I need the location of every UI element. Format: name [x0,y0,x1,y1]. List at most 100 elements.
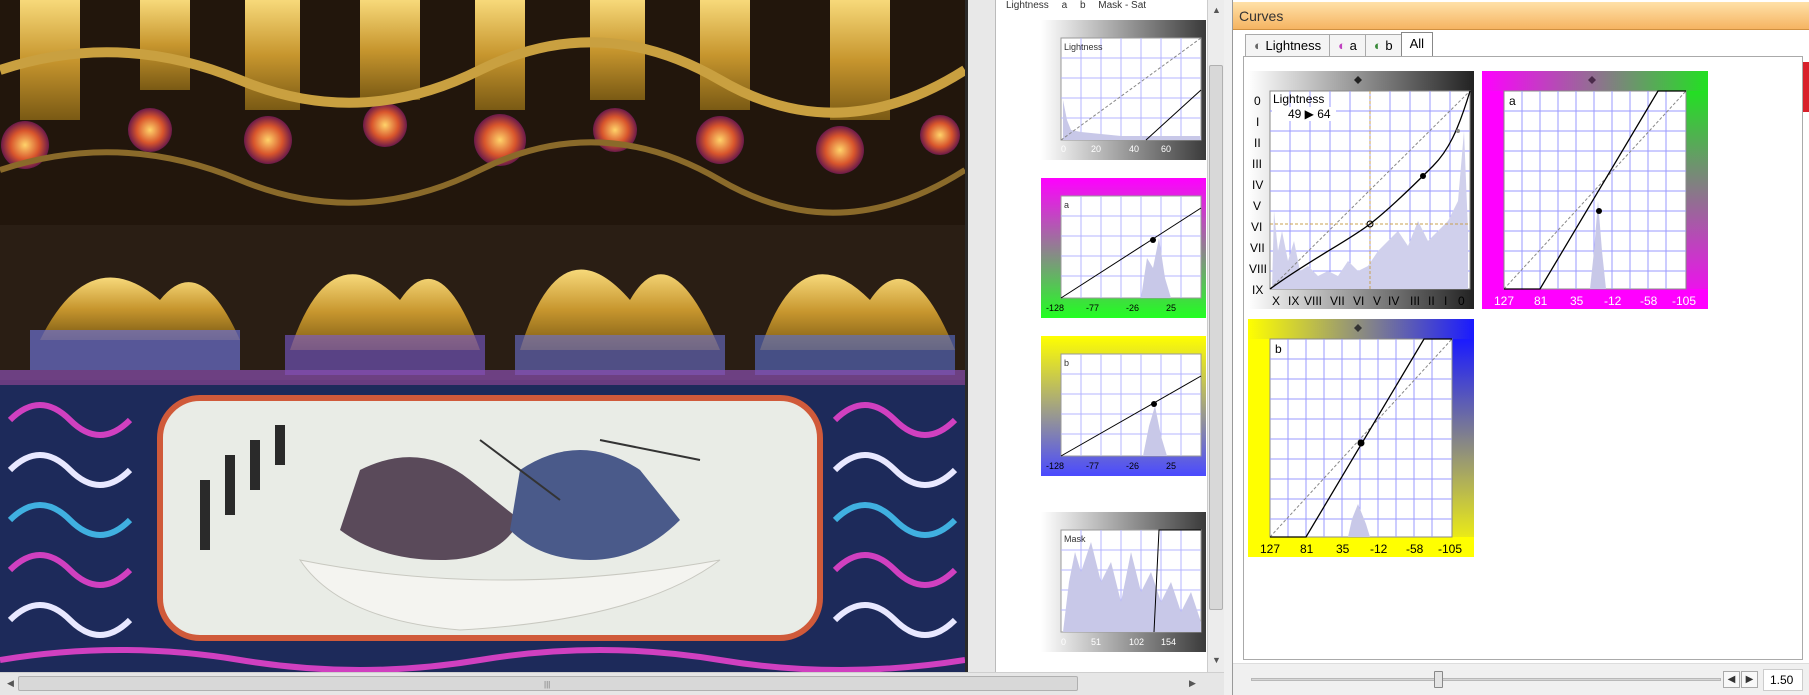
lightness-readout: 49 ▶ 64 [1288,107,1331,121]
svg-text:V: V [1373,294,1381,308]
svg-text:-12: -12 [1370,542,1388,556]
b-curve-label: b [1275,342,1282,356]
half-circle-icon: ◐ [1338,38,1346,53]
a-curve-panel[interactable]: a 127 81 35 -12 -58 -105 [1482,71,1708,309]
half-circle-icon: ◐ [1254,38,1262,53]
curves-title: Curves [1239,8,1284,24]
lightness-curve-panel[interactable]: Lightness 49 ▶ 64 0 I II III IV V VI VII… [1248,71,1474,309]
scroll-down-icon[interactable]: ▼ [1208,652,1225,669]
preview-tab-a[interactable]: a [1062,0,1068,11]
strength-value-field[interactable]: 1.50 [1763,669,1803,691]
svg-text:25: 25 [1166,461,1176,471]
svg-text:40: 40 [1129,144,1139,154]
temple-carving-photo [0,0,965,672]
svg-text:VIII: VIII [1304,294,1322,308]
mini-graph-mask-label: Mask [1064,534,1086,544]
preview-tab-mask[interactable]: Mask - Sat [1098,0,1146,11]
a-curve-label: a [1509,94,1516,108]
side-accent-tab[interactable] [1803,62,1809,112]
svg-text:127: 127 [1494,294,1514,308]
tab-all[interactable]: All [1400,32,1434,56]
svg-text:IV: IV [1252,178,1263,192]
svg-text:102: 102 [1129,637,1144,647]
svg-text:-58: -58 [1406,542,1424,556]
svg-text:IX: IX [1252,283,1263,297]
tab-b[interactable]: ◐ b [1364,34,1402,56]
svg-text:60: 60 [1161,144,1171,154]
tab-a[interactable]: ◐ a [1329,34,1366,56]
svg-text:VI: VI [1251,220,1262,234]
lightness-curve-label: Lightness [1273,92,1324,106]
svg-text:154: 154 [1161,637,1176,647]
increment-icon[interactable]: ▶ [1741,671,1758,688]
mini-graph-lightness[interactable]: Lightness 0 20 40 60 [1041,20,1206,160]
svg-text:127: 127 [1260,542,1280,556]
svg-text:VII: VII [1250,241,1265,255]
vertical-scrollbar[interactable]: ▲ ▼ [1207,0,1224,672]
svg-text:V: V [1253,199,1261,213]
image-canvas[interactable] [0,0,965,672]
mini-graph-a[interactable]: a -128 -77 -26 25 [1041,178,1206,318]
decrement-icon[interactable]: ◀ [1723,671,1740,688]
svg-text:81: 81 [1300,542,1314,556]
svg-text:0: 0 [1061,637,1066,647]
strength-slider-knob[interactable] [1434,671,1443,688]
scroll-left-icon[interactable]: ◀ [2,675,19,692]
panel-gap [1224,0,1232,695]
horizontal-scroll-thumb[interactable]: ||| [18,676,1078,691]
horizontal-scrollbar[interactable]: ◀ ||| ▶ [0,672,1230,695]
svg-text:II: II [1428,294,1435,308]
half-circle-icon: ◐ [1373,38,1382,53]
svg-text:81: 81 [1534,294,1548,308]
tab-lightness[interactable]: ◐ Lightness [1245,34,1331,56]
svg-text:51: 51 [1091,637,1101,647]
svg-text:IV: IV [1388,294,1399,308]
mini-graph-b-label: b [1064,358,1069,368]
strength-slider-track[interactable] [1251,678,1721,681]
svg-text:-26: -26 [1126,461,1139,471]
svg-text:-77: -77 [1086,461,1099,471]
mini-graph-b[interactable]: b -128 -77 -26 25 [1041,336,1206,476]
svg-text:-128: -128 [1046,461,1064,471]
svg-text:-26: -26 [1126,303,1139,313]
svg-text:II: II [1254,136,1261,150]
grip-icon: ||| [544,680,551,689]
svg-text:-58: -58 [1640,294,1658,308]
preview-tabs: Lightness a b Mask - Sat [1006,0,1206,11]
mini-graph-a-label: a [1064,200,1069,210]
curves-tab-content: Lightness 49 ▶ 64 0 I II III IV V VI VII… [1243,56,1803,660]
curves-bottom-bar: ◀ ▶ 1.50 [1233,663,1809,695]
svg-text:25: 25 [1166,303,1176,313]
mini-graph-lightness-label: Lightness [1064,42,1103,52]
curves-tabs: ◐ Lightness ◐ a ◐ b All [1245,32,1434,56]
svg-text:VIII: VIII [1249,262,1267,276]
mini-graph-mask[interactable]: Mask 0 51 102 154 [1041,512,1206,652]
channel-preview-panel: Lightness a b Mask - Sat Lightness 0 20 … [995,0,1215,672]
panel-splitter[interactable] [965,0,995,672]
preview-tab-lightness[interactable]: Lightness [1006,0,1049,11]
svg-text:I: I [1256,115,1259,129]
scroll-right-icon[interactable]: ▶ [1184,675,1201,692]
b-curve-panel[interactable]: b 127 81 35 -12 -58 -105 [1248,319,1474,557]
scroll-up-icon[interactable]: ▲ [1208,2,1225,19]
svg-text:-12: -12 [1604,294,1622,308]
curves-window: Curves ◐ Lightness ◐ a ◐ b All Lightness… [1232,0,1809,695]
svg-text:-105: -105 [1672,294,1696,308]
svg-text:IX: IX [1288,294,1299,308]
svg-text:0: 0 [1254,94,1261,108]
preview-tab-b[interactable]: b [1080,0,1086,11]
svg-text:-105: -105 [1438,542,1462,556]
svg-text:20: 20 [1091,144,1101,154]
svg-text:I: I [1444,294,1447,308]
svg-text:VI: VI [1353,294,1364,308]
svg-text:-77: -77 [1086,303,1099,313]
svg-text:0: 0 [1061,144,1066,154]
svg-text:X: X [1272,294,1280,308]
svg-text:III: III [1252,157,1262,171]
svg-text:-128: -128 [1046,303,1064,313]
svg-text:35: 35 [1570,294,1584,308]
vertical-scroll-thumb[interactable] [1209,65,1223,610]
curves-title-bar[interactable]: Curves [1233,2,1809,30]
svg-text:III: III [1410,294,1420,308]
svg-text:35: 35 [1336,542,1350,556]
